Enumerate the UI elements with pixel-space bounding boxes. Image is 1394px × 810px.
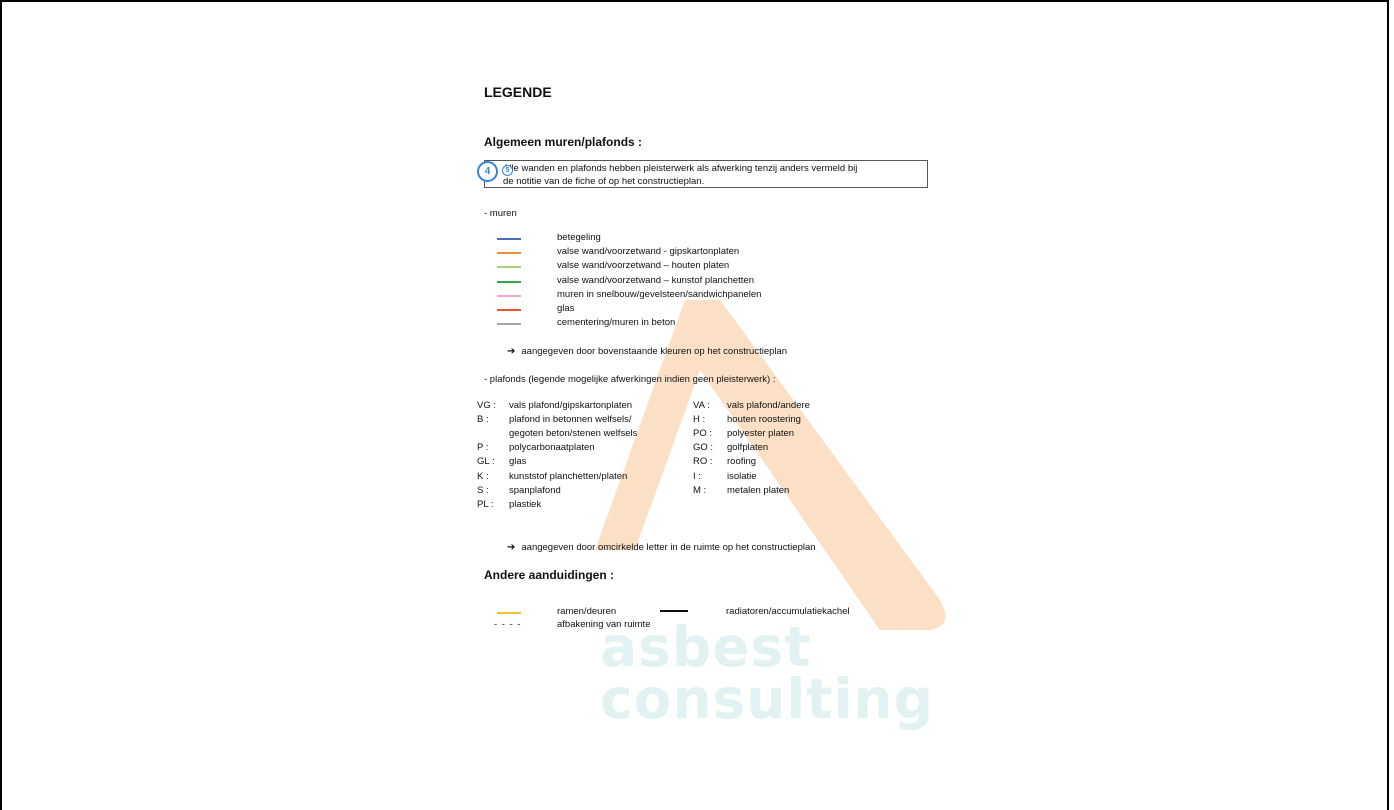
radiators-label: radiatoren/accumulatiekachel: [726, 606, 850, 617]
ceiling-code: RO :: [693, 456, 713, 468]
badge-5: 5: [502, 165, 513, 176]
ceiling-label: metalen platen: [727, 484, 790, 496]
ceiling-code: PO :: [693, 428, 713, 440]
wall-label: valse wand/voorzetwand – houten platen: [557, 260, 730, 272]
legend-document: LEGENDE Algemeen muren/plafonds : Alle w…: [477, 70, 937, 750]
ceiling-label: isolatie: [727, 470, 757, 482]
ceiling-code: VG :: [477, 400, 497, 411]
walls-note-text: aangegeven door bovenstaande kleuren op …: [521, 346, 788, 357]
general-note-box: Alle wanden en plafonds hebben pleisterw…: [484, 160, 928, 188]
wall-color-swatch: [497, 309, 521, 311]
ceilings-heading: - plafonds (legende mogelijke afwerkinge…: [484, 374, 776, 385]
ceiling-label: golfplaten: [727, 442, 769, 454]
ceilings-note-text: aangegeven door omcirkelde letter in de …: [521, 542, 816, 553]
arrow-icon: ➔: [507, 346, 516, 357]
dashed-line-symbol: - - - -: [494, 619, 522, 630]
ceiling-code: P :: [477, 442, 489, 454]
ceilings-note: ➔ aangegeven door omcirkelde letter in de…: [507, 542, 816, 553]
wall-color-swatch: [497, 238, 521, 240]
ceiling-code: I :: [693, 470, 701, 482]
badge-4: 4: [477, 161, 498, 182]
ceiling-code: B :: [477, 414, 489, 426]
ceiling-code: H :: [693, 414, 706, 426]
ceiling-label: roofing: [727, 456, 757, 468]
wall-label: cementering/muren in beton: [557, 317, 676, 329]
general-note-line2: de notitie van de fiche of op het constr…: [503, 176, 705, 187]
wall-label: betegeling: [557, 232, 601, 243]
legend-title: LEGENDE: [484, 84, 552, 100]
general-note-line1: Alle wanden en plafonds hebben pleisterw…: [503, 163, 858, 174]
other-heading: Andere aanduidingen :: [484, 568, 615, 582]
wall-color-swatch: [497, 252, 521, 255]
ceiling-label: plafond in betonnen welfsels/: [509, 414, 632, 426]
wall-color-swatch: [497, 294, 521, 297]
ceiling-label: gegoten beton/stenen welfsels: [509, 428, 638, 440]
arrow-icon: ➔: [507, 542, 516, 553]
ceiling-label: kunststof planchetten/platen: [509, 470, 628, 482]
ceiling-code: PL :: [477, 498, 494, 510]
ceiling-label: plastiek: [509, 498, 542, 510]
wall-color-swatch: [497, 280, 521, 283]
wall-color-swatch: [497, 323, 521, 326]
ceiling-label: polycarbonaatplaten: [509, 442, 595, 454]
ceiling-label: polyester platen: [727, 428, 795, 440]
windows-line-swatch: [497, 612, 521, 614]
radiator-line-swatch: [660, 610, 688, 612]
walls-note: ➔ aangegeven door bovenstaande kleuren op…: [507, 346, 787, 357]
windows-label: ramen/deuren: [557, 606, 617, 617]
ceiling-code: S :: [477, 484, 489, 496]
ceiling-label: glas: [509, 456, 527, 468]
ceiling-code: GO :: [693, 442, 714, 454]
ceiling-code: M :: [693, 484, 707, 496]
ceiling-label: spanplafond: [509, 484, 561, 496]
general-heading: Algemeen muren/plafonds :: [484, 135, 643, 149]
walls-heading: - muren: [484, 208, 517, 219]
ceiling-label: vals plafond/andere: [727, 400, 810, 411]
ceiling-code: GL :: [477, 456, 495, 468]
ceiling-code: K :: [477, 470, 489, 482]
wall-color-swatch: [497, 266, 521, 269]
ceiling-code: VA :: [693, 400, 710, 411]
ceiling-label: vals plafond/gipskartonplaten: [509, 400, 633, 411]
wall-label: muren in snelbouw/gevelsteen/sandwichpan…: [557, 288, 762, 300]
wall-label: valse wand/voorzetwand - gipskartonplate…: [557, 246, 740, 258]
boundary-label: afbakening van ruimte: [557, 619, 651, 630]
ceiling-label: houten roostering: [727, 414, 801, 426]
wall-label: glas: [557, 303, 575, 314]
wall-label: valse wand/voorzetwand – kunstof planche…: [557, 274, 754, 286]
